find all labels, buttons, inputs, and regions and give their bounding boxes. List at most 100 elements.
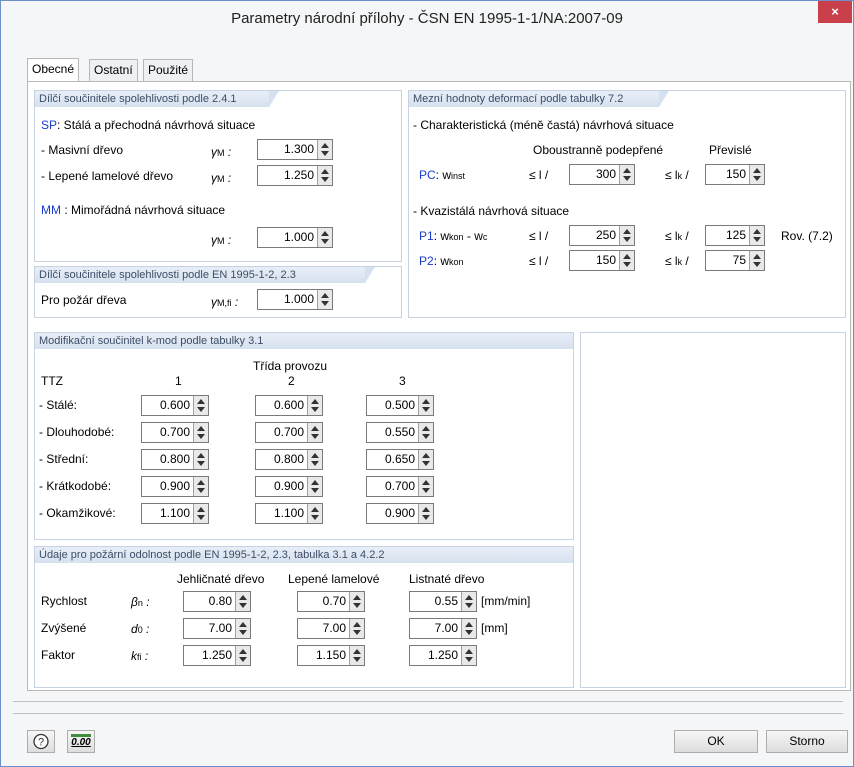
spin-up-icon[interactable] <box>197 426 205 431</box>
spin-up-icon[interactable] <box>321 143 329 148</box>
p1-both-input[interactable]: 250 <box>569 225 635 246</box>
kmod-input[interactable]: 1.100 <box>141 503 209 524</box>
spin-down-icon[interactable] <box>623 262 631 267</box>
spin-down-icon[interactable] <box>311 434 319 439</box>
p2-both-input[interactable]: 150 <box>569 250 635 271</box>
fire-input[interactable]: 7.00 <box>183 618 251 639</box>
spin-arrows[interactable] <box>317 140 332 159</box>
spin-arrows[interactable] <box>307 477 322 496</box>
kmod-input[interactable]: 1.100 <box>255 503 323 524</box>
kmod-input[interactable]: 0.800 <box>255 449 323 470</box>
ok-button[interactable]: OK <box>674 730 758 753</box>
spin-down-icon[interactable] <box>623 237 631 242</box>
spin-arrows[interactable] <box>349 592 364 611</box>
spin-up-icon[interactable] <box>321 293 329 298</box>
spin-up-icon[interactable] <box>422 453 430 458</box>
spin-up-icon[interactable] <box>239 622 247 627</box>
spin-up-icon[interactable] <box>422 507 430 512</box>
spin-arrows[interactable] <box>749 251 764 270</box>
fire-input[interactable]: 1.250 <box>409 645 477 666</box>
spin-arrows[interactable] <box>461 592 476 611</box>
kmod-input[interactable]: 0.600 <box>141 395 209 416</box>
spin-arrows[interactable] <box>349 619 364 638</box>
spin-up-icon[interactable] <box>465 649 473 654</box>
spin-arrows[interactable] <box>619 226 634 245</box>
spin-arrows[interactable] <box>619 165 634 184</box>
pozar-input[interactable]: 1.000 <box>257 289 333 310</box>
spin-up-icon[interactable] <box>197 399 205 404</box>
spin-down-icon[interactable] <box>321 239 329 244</box>
spin-up-icon[interactable] <box>753 254 761 259</box>
fire-input[interactable]: 7.00 <box>297 618 365 639</box>
spin-up-icon[interactable] <box>197 507 205 512</box>
spin-down-icon[interactable] <box>239 657 247 662</box>
kmod-input[interactable]: 0.900 <box>366 503 434 524</box>
tab-ostatni[interactable]: Ostatní <box>89 59 138 81</box>
spin-up-icon[interactable] <box>197 480 205 485</box>
spin-down-icon[interactable] <box>422 461 430 466</box>
kmod-input[interactable]: 0.800 <box>141 449 209 470</box>
spin-down-icon[interactable] <box>311 461 319 466</box>
spin-up-icon[interactable] <box>311 507 319 512</box>
spin-down-icon[interactable] <box>197 488 205 493</box>
kmod-input[interactable]: 0.700 <box>366 476 434 497</box>
spin-down-icon[interactable] <box>753 176 761 181</box>
spin-down-icon[interactable] <box>465 657 473 662</box>
kmod-input[interactable]: 0.650 <box>366 449 434 470</box>
fire-input[interactable]: 0.80 <box>183 591 251 612</box>
spin-arrows[interactable] <box>193 450 208 469</box>
spin-up-icon[interactable] <box>465 595 473 600</box>
fire-input[interactable]: 1.250 <box>183 645 251 666</box>
fire-input[interactable]: 0.70 <box>297 591 365 612</box>
spin-up-icon[interactable] <box>239 649 247 654</box>
spin-up-icon[interactable] <box>239 595 247 600</box>
spin-up-icon[interactable] <box>623 254 631 259</box>
pc-both-input[interactable]: 300 <box>569 164 635 185</box>
spin-arrows[interactable] <box>418 450 433 469</box>
spin-up-icon[interactable] <box>753 168 761 173</box>
spin-down-icon[interactable] <box>353 630 361 635</box>
spin-arrows[interactable] <box>749 165 764 184</box>
spin-up-icon[interactable] <box>353 595 361 600</box>
spin-arrows[interactable] <box>418 504 433 523</box>
fire-input[interactable]: 1.150 <box>297 645 365 666</box>
spin-up-icon[interactable] <box>311 480 319 485</box>
spin-arrows[interactable] <box>235 619 250 638</box>
spin-down-icon[interactable] <box>311 488 319 493</box>
spin-arrows[interactable] <box>307 504 322 523</box>
spin-up-icon[interactable] <box>321 169 329 174</box>
spin-down-icon[interactable] <box>197 515 205 520</box>
kmod-input[interactable]: 0.600 <box>255 395 323 416</box>
spin-down-icon[interactable] <box>353 657 361 662</box>
spin-down-icon[interactable] <box>753 237 761 242</box>
spin-arrows[interactable] <box>349 646 364 665</box>
spin-arrows[interactable] <box>235 592 250 611</box>
spin-up-icon[interactable] <box>197 453 205 458</box>
tab-obecne[interactable]: Obecné <box>27 58 80 81</box>
mm-input[interactable]: 1.000 <box>257 227 333 248</box>
spin-down-icon[interactable] <box>422 407 430 412</box>
spin-arrows[interactable] <box>749 226 764 245</box>
kmod-input[interactable]: 0.700 <box>255 422 323 443</box>
spin-arrows[interactable] <box>317 290 332 309</box>
spin-down-icon[interactable] <box>353 603 361 608</box>
spin-up-icon[interactable] <box>623 168 631 173</box>
fire-input[interactable]: 0.55 <box>409 591 477 612</box>
spin-down-icon[interactable] <box>321 301 329 306</box>
spin-down-icon[interactable] <box>239 603 247 608</box>
spin-arrows[interactable] <box>307 396 322 415</box>
spin-arrows[interactable] <box>317 166 332 185</box>
spin-up-icon[interactable] <box>311 426 319 431</box>
spin-down-icon[interactable] <box>321 177 329 182</box>
spin-up-icon[interactable] <box>465 622 473 627</box>
spin-up-icon[interactable] <box>321 231 329 236</box>
kmod-input[interactable]: 0.550 <box>366 422 434 443</box>
masivni-input[interactable]: 1.300 <box>257 139 333 160</box>
spin-arrows[interactable] <box>461 646 476 665</box>
spin-up-icon[interactable] <box>353 622 361 627</box>
spin-down-icon[interactable] <box>623 176 631 181</box>
spin-down-icon[interactable] <box>465 630 473 635</box>
spin-down-icon[interactable] <box>422 488 430 493</box>
spin-down-icon[interactable] <box>422 515 430 520</box>
spin-arrows[interactable] <box>317 228 332 247</box>
